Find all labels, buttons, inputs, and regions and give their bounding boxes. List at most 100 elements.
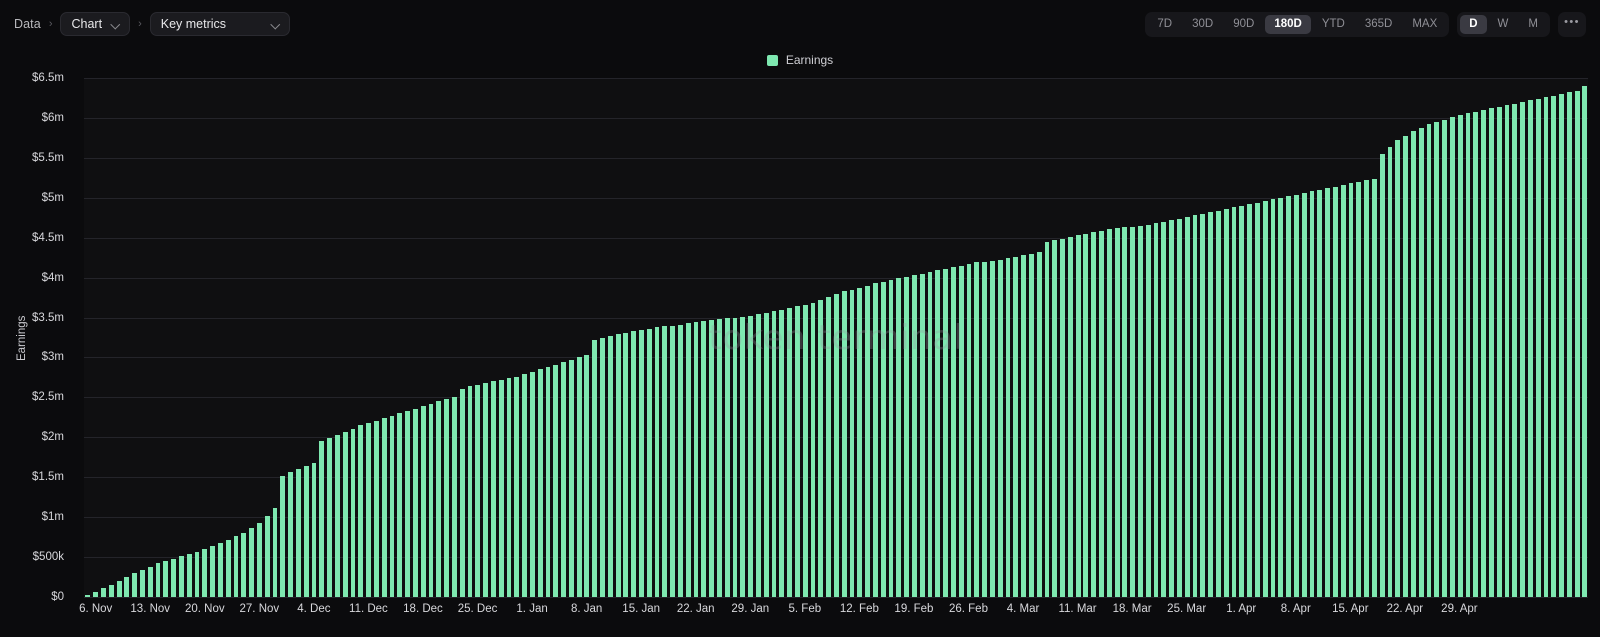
bar[interactable] bbox=[911, 275, 917, 597]
bar-slot[interactable] bbox=[1386, 78, 1394, 597]
bar-slot[interactable] bbox=[910, 78, 918, 597]
bar[interactable] bbox=[748, 315, 754, 597]
bar-slot[interactable] bbox=[879, 78, 887, 597]
bar[interactable] bbox=[857, 288, 863, 597]
bar-slot[interactable] bbox=[521, 78, 529, 597]
bar[interactable] bbox=[1418, 127, 1424, 597]
bar-slot[interactable] bbox=[1082, 78, 1090, 597]
bar-slot[interactable] bbox=[513, 78, 521, 597]
bar[interactable] bbox=[639, 329, 644, 597]
bar[interactable] bbox=[1364, 180, 1369, 597]
chart-type-select[interactable]: Chart bbox=[60, 12, 131, 36]
bar[interactable] bbox=[1473, 111, 1479, 597]
bar-slot[interactable] bbox=[661, 78, 669, 597]
bar[interactable] bbox=[233, 536, 239, 597]
bar[interactable] bbox=[1192, 215, 1198, 597]
bar-slot[interactable] bbox=[372, 78, 380, 597]
bar-slot[interactable] bbox=[435, 78, 443, 597]
bar[interactable] bbox=[974, 262, 980, 597]
bar[interactable] bbox=[1278, 197, 1284, 597]
bar-slot[interactable] bbox=[739, 78, 747, 597]
period-button-180d[interactable]: 180D bbox=[1265, 14, 1311, 34]
bar[interactable] bbox=[740, 316, 746, 597]
bar-slot[interactable] bbox=[833, 78, 841, 597]
bar-slot[interactable] bbox=[1105, 78, 1113, 597]
bar-slot[interactable] bbox=[193, 78, 201, 597]
bar-slot[interactable] bbox=[903, 78, 911, 597]
bar-slot[interactable] bbox=[497, 78, 505, 597]
bar-slot[interactable] bbox=[1441, 78, 1449, 597]
bar[interactable] bbox=[756, 314, 761, 597]
bar-slot[interactable] bbox=[341, 78, 349, 597]
bar-slot[interactable] bbox=[1254, 78, 1262, 597]
bar-slot[interactable] bbox=[349, 78, 357, 597]
bar-slot[interactable] bbox=[1207, 78, 1215, 597]
bar[interactable] bbox=[1177, 218, 1182, 597]
bar[interactable] bbox=[1387, 146, 1393, 597]
bar-slot[interactable] bbox=[794, 78, 802, 597]
bar-slot[interactable] bbox=[755, 78, 763, 597]
bar[interactable] bbox=[1356, 181, 1362, 597]
bar[interactable] bbox=[537, 369, 543, 597]
bar-slot[interactable] bbox=[1215, 78, 1223, 597]
bar[interactable] bbox=[545, 367, 551, 597]
bar-slot[interactable] bbox=[1090, 78, 1098, 597]
period-button-30d[interactable]: 30D bbox=[1183, 15, 1222, 34]
bar-slot[interactable] bbox=[1339, 78, 1347, 597]
bar-slot[interactable] bbox=[1300, 78, 1308, 597]
bar[interactable] bbox=[350, 428, 356, 597]
bar[interactable] bbox=[397, 413, 403, 597]
bar[interactable] bbox=[865, 285, 870, 597]
bar-slot[interactable] bbox=[310, 78, 318, 597]
bar[interactable] bbox=[296, 469, 301, 597]
bar-slot[interactable] bbox=[528, 78, 536, 597]
bar-slot[interactable] bbox=[887, 78, 895, 597]
bar[interactable] bbox=[732, 317, 738, 597]
bar-slot[interactable] bbox=[918, 78, 926, 597]
bar[interactable] bbox=[779, 309, 785, 597]
bar-slot[interactable] bbox=[1495, 78, 1503, 597]
bar[interactable] bbox=[1496, 106, 1502, 597]
bar[interactable] bbox=[1309, 191, 1315, 597]
bar-slot[interactable] bbox=[1035, 78, 1043, 597]
bar-slot[interactable] bbox=[224, 78, 232, 597]
bar-slot[interactable] bbox=[279, 78, 287, 597]
bar[interactable] bbox=[1340, 185, 1346, 597]
bar[interactable] bbox=[880, 281, 886, 597]
bar[interactable] bbox=[327, 438, 333, 597]
bar-slot[interactable] bbox=[1066, 78, 1074, 597]
bar-slot[interactable] bbox=[295, 78, 303, 597]
bar-slot[interactable] bbox=[1355, 78, 1363, 597]
bar-slot[interactable] bbox=[248, 78, 256, 597]
bar-slot[interactable] bbox=[365, 78, 373, 597]
bar-slot[interactable] bbox=[949, 78, 957, 597]
bar[interactable] bbox=[1239, 205, 1245, 597]
bar[interactable] bbox=[1200, 213, 1206, 597]
bar[interactable] bbox=[1130, 226, 1136, 597]
bar[interactable] bbox=[1551, 95, 1557, 597]
bar-series-earnings[interactable] bbox=[84, 78, 1588, 597]
bar-slot[interactable] bbox=[645, 78, 653, 597]
bar-slot[interactable] bbox=[388, 78, 396, 597]
bar-slot[interactable] bbox=[817, 78, 825, 597]
bar-slot[interactable] bbox=[1558, 78, 1566, 597]
bar[interactable] bbox=[179, 556, 184, 597]
bar[interactable] bbox=[795, 306, 800, 597]
bar[interactable] bbox=[451, 396, 457, 597]
metric-select[interactable]: Key metrics bbox=[149, 12, 290, 36]
bar[interactable] bbox=[1410, 130, 1416, 597]
bar-slot[interactable] bbox=[1059, 78, 1067, 597]
bar-slot[interactable] bbox=[185, 78, 193, 597]
bar[interactable] bbox=[678, 324, 683, 597]
bar-slot[interactable] bbox=[123, 78, 131, 597]
bar-slot[interactable] bbox=[1472, 78, 1480, 597]
bar[interactable] bbox=[1262, 200, 1268, 597]
granularity-button-w[interactable]: W bbox=[1489, 15, 1518, 34]
bar[interactable] bbox=[1028, 253, 1034, 597]
bar-slot[interactable] bbox=[139, 78, 147, 597]
bar-slot[interactable] bbox=[801, 78, 809, 597]
bar-slot[interactable] bbox=[1425, 78, 1433, 597]
bar-slot[interactable] bbox=[1417, 78, 1425, 597]
bar[interactable] bbox=[1223, 208, 1229, 597]
bar[interactable] bbox=[1504, 105, 1510, 597]
